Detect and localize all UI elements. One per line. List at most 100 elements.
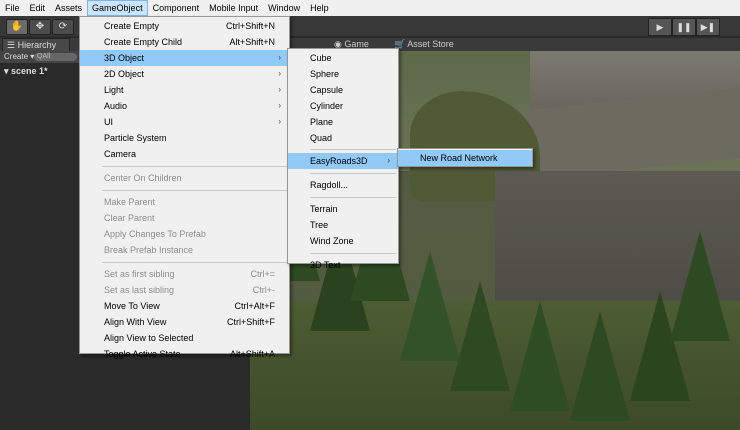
menu-item-label: Cube — [310, 53, 332, 63]
menu-item-apply-changes-to-prefab: Apply Changes To Prefab — [80, 226, 289, 242]
menu-item-label: Align With View — [104, 317, 167, 327]
pause-button[interactable]: ❚❚ — [672, 18, 696, 36]
menu-item-capsule[interactable]: Capsule — [288, 82, 398, 98]
menu-item-plane[interactable]: Plane — [288, 114, 398, 130]
menu-item-label: Clear Parent — [104, 213, 155, 223]
menu-item-create-empty-child[interactable]: Create Empty Child Alt+Shift+N — [80, 34, 289, 50]
menu-item-label: Break Prefab Instance — [104, 245, 194, 255]
menu-item-label: Create Empty — [104, 21, 160, 31]
chevron-right-icon: › — [387, 156, 390, 166]
menu-item-label: Set as last sibling — [104, 285, 175, 295]
menu-item-label: UI — [104, 117, 113, 127]
menu-item-ui[interactable]: UI › — [80, 114, 289, 130]
menu-item-label: EasyRoads3D — [310, 156, 368, 167]
chevron-right-icon: › — [278, 101, 281, 110]
menu-item-camera[interactable]: Camera — [80, 146, 289, 162]
hierarchy-search-input[interactable]: QAll — [34, 53, 77, 61]
tree — [510, 301, 570, 411]
menu-separator — [310, 197, 396, 199]
menu-item-label: Cylinder — [310, 100, 344, 111]
move-icon[interactable]: ✥ — [29, 19, 51, 35]
menu-mobile-input[interactable]: Mobile Input — [204, 0, 263, 16]
tab-asset-store-label: Asset Store — [407, 39, 454, 49]
menu-item-label: Apply Changes To Prefab — [104, 229, 206, 239]
menu-item-align-with-view[interactable]: Align With View Ctrl+Shift+F — [80, 314, 289, 330]
scene-root-item[interactable]: ▾ scene 1* — [4, 66, 48, 77]
menu-item-label: Create Empty Child — [104, 37, 183, 47]
step-button[interactable]: ▶❚ — [696, 18, 720, 36]
menu-separator — [102, 166, 287, 167]
menu-item-label: Quad — [310, 132, 333, 143]
chevron-right-icon: › — [278, 53, 281, 62]
menu-item-tree[interactable]: Tree — [288, 217, 398, 233]
chevron-right-icon: › — [278, 117, 281, 126]
menu-separator — [310, 173, 396, 175]
menu-item-shortcut: Alt+Shift+A — [229, 349, 275, 359]
menu-item-label: Make Parent — [104, 197, 156, 207]
menu-item-new-road-network[interactable]: New Road Network — [398, 150, 532, 166]
rotate-icon[interactable]: ⟳ — [52, 19, 74, 35]
menu-gameobject[interactable]: GameObject — [87, 0, 148, 16]
menu-item-label: Toggle Active State — [104, 349, 181, 359]
menu-separator — [102, 190, 287, 191]
tab-hierarchy-label: Hierarchy — [17, 40, 57, 50]
menu-item-shortcut: Ctrl+Shift+N — [225, 21, 275, 31]
menu-item-cylinder[interactable]: Cylinder — [288, 98, 398, 114]
menu-item-sphere[interactable]: Sphere — [288, 66, 398, 82]
tree — [670, 231, 730, 341]
menu-item-label: Audio — [104, 101, 128, 111]
menu-item-label: Sphere — [310, 68, 340, 79]
menu-item-light[interactable]: Light › — [80, 82, 289, 98]
easyroads3d-submenu: New Road Network — [397, 148, 533, 167]
menu-item-align-view-to-selected[interactable]: Align View to Selected — [80, 330, 289, 346]
menu-item-label: 3D Text — [310, 259, 341, 270]
menu-help[interactable]: Help — [305, 0, 334, 16]
menu-item-label: Align View to Selected — [104, 333, 194, 343]
menu-item-set-as-first-sibling: Set as first sibling Ctrl+= — [80, 266, 289, 282]
gameobject-menu: Create Empty Ctrl+Shift+N Create Empty Chi… — [79, 16, 290, 359]
menu-separator — [310, 149, 396, 151]
hand-icon[interactable]: ✋ — [6, 19, 28, 35]
menu-item-wind-zone[interactable]: Wind Zone — [288, 233, 398, 249]
menu-item-audio[interactable]: Audio › — [80, 98, 289, 114]
menu-item-particle-system[interactable]: Particle System — [80, 130, 289, 146]
playback-controls: ▶ ❚❚ ▶❚ — [648, 18, 720, 36]
menu-item-terrain[interactable]: Terrain — [288, 201, 398, 217]
chevron-right-icon: › — [278, 85, 281, 94]
menu-edit[interactable]: Edit — [25, 0, 51, 16]
search-filter-label: All — [42, 53, 51, 60]
menu-item-make-parent: Make Parent — [80, 194, 289, 210]
menu-item-3d-text[interactable]: 3D Text — [288, 257, 398, 273]
menu-item-quad[interactable]: Quad — [288, 130, 398, 146]
create-dropdown[interactable]: Create — [4, 52, 28, 61]
menu-item-label: Wind Zone — [310, 236, 354, 246]
3d-object-submenu: Cube Sphere Capsule Cylinder Plane Quad EasyRo… — [287, 48, 399, 270]
play-button[interactable]: ▶ — [648, 18, 672, 36]
menu-assets[interactable]: Assets — [50, 0, 87, 16]
menu-file[interactable]: File — [0, 0, 25, 16]
menu-item-label: Light — [104, 85, 124, 95]
tree — [570, 311, 630, 421]
menu-item-toggle-active-state[interactable]: Toggle Active State Alt+Shift+A — [80, 346, 289, 362]
menu-item-ragdoll[interactable]: Ragdoll... — [288, 177, 398, 193]
menu-item-move-to-view[interactable]: Move To View Ctrl+Alt+F — [80, 298, 289, 314]
scene-label: scene 1* — [11, 66, 48, 76]
menu-item-3d-object[interactable]: 3D Object › — [80, 50, 289, 66]
menu-item-shortcut: Alt+Shift+N — [229, 37, 275, 47]
menu-item-easyroads3d[interactable]: EasyRoads3D › — [288, 153, 398, 170]
menu-item-label: Tree — [310, 220, 329, 231]
menu-component[interactable]: Component — [148, 0, 205, 16]
menu-item-cube[interactable]: Cube — [288, 50, 398, 66]
chevron-right-icon: › — [278, 69, 281, 78]
menu-item-2d-object[interactable]: 2D Object › — [80, 66, 289, 82]
menu-item-label: 3D Object — [104, 53, 145, 63]
tree — [450, 281, 510, 391]
menu-item-label: Set as first sibling — [104, 269, 175, 279]
menu-separator — [310, 252, 396, 254]
menu-window[interactable]: Window — [263, 0, 305, 16]
tab-hierarchy[interactable]: ☰ Hierarchy — [2, 38, 70, 51]
menu-item-clear-parent: Clear Parent — [80, 210, 289, 226]
menu-item-shortcut: Ctrl+= — [250, 269, 275, 279]
menu-separator — [102, 262, 287, 263]
menu-item-create-empty[interactable]: Create Empty Ctrl+Shift+N — [80, 18, 289, 34]
